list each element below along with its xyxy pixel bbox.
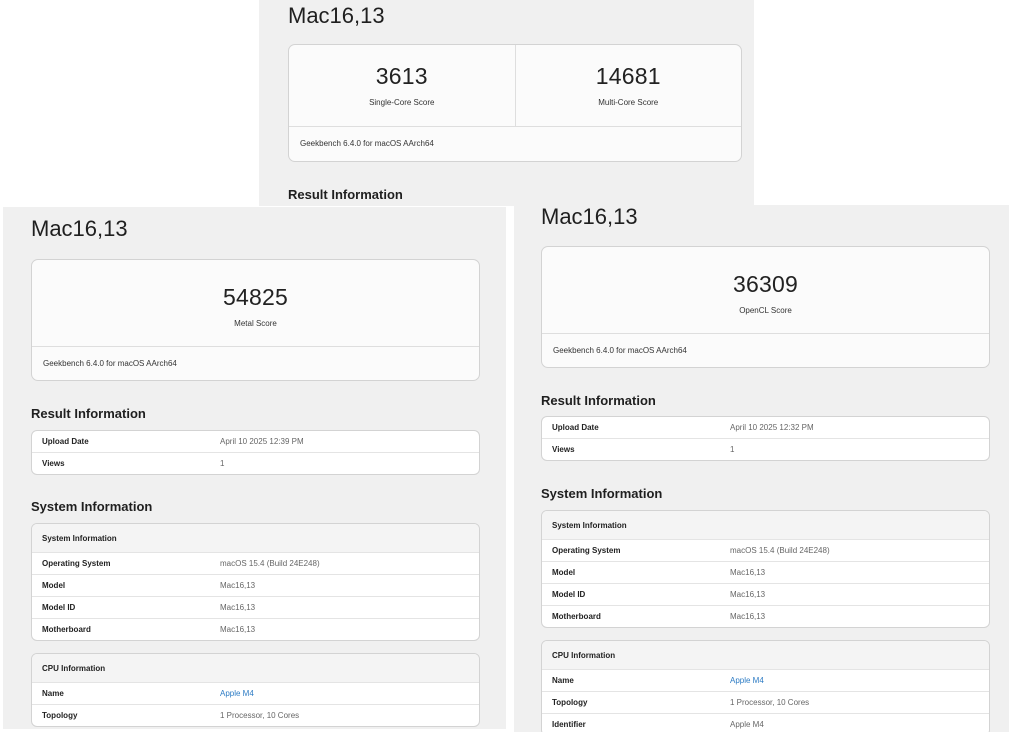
row-key: Topology <box>552 698 588 707</box>
row-value: 1 <box>220 459 225 468</box>
table-row: Upload Date April 10 2025 12:39 PM <box>32 431 479 452</box>
single-core-score: 3613 Single-Core Score <box>289 45 515 126</box>
multi-core-value: 14681 <box>595 63 661 89</box>
table-header: CPU Information <box>542 641 989 669</box>
row-value: 1 <box>730 445 735 454</box>
multi-core-score: 14681 Multi-Core Score <box>514 45 742 126</box>
geekbench-version: Geekbench 6.4.0 for macOS AArch64 <box>300 139 434 148</box>
row-key: Upload Date <box>552 423 599 432</box>
geekbench-version: Geekbench 6.4.0 for macOS AArch64 <box>553 346 687 355</box>
row-value: April 10 2025 12:39 PM <box>220 437 304 446</box>
table-row: Upload Date April 10 2025 12:32 PM <box>542 417 989 438</box>
row-value: Mac16,13 <box>220 625 256 634</box>
table-header-label: System Information <box>42 533 117 543</box>
metal-score-value: 54825 <box>223 284 288 310</box>
row-key: Views <box>552 445 575 454</box>
table-header-label: CPU Information <box>552 650 616 660</box>
cpu-benchmark-panel: Mac16,13 3613 Single-Core Score 14681 Mu… <box>259 0 754 206</box>
table-row: Operating System macOS 15.4 (Build 24E24… <box>542 539 989 561</box>
row-key: Model ID <box>552 590 586 599</box>
table-row: Topology 1 Processor, 10 Cores <box>32 704 479 726</box>
single-core-value: 3613 <box>375 63 428 89</box>
cpu-name-link[interactable]: Apple M4 <box>220 689 254 698</box>
table-row: Views 1 <box>32 452 479 474</box>
row-value: Mac16,13 <box>730 612 766 621</box>
score-card: 3613 Single-Core Score 14681 Multi-Core … <box>288 44 742 162</box>
row-key: Model <box>42 581 66 590</box>
multi-core-label: Multi-Core Score <box>598 98 659 107</box>
score-card: 36309 OpenCL Score Geekbench 6.4.0 for m… <box>541 246 990 368</box>
row-value: Mac16,13 <box>730 590 766 599</box>
table-row: Name Apple M4 <box>32 682 479 704</box>
single-core-label: Single-Core Score <box>369 98 435 107</box>
cpu-information-table: CPU Information Name Apple M4 Topology 1… <box>541 640 990 732</box>
row-key: Motherboard <box>552 612 601 621</box>
row-key: Topology <box>42 711 78 720</box>
table-header: System Information <box>32 524 479 552</box>
opencl-score: 36309 OpenCL Score <box>542 247 989 333</box>
table-row: Identifier Apple M4 <box>542 713 989 732</box>
table-header: CPU Information <box>32 654 479 682</box>
table-row: Operating System macOS 15.4 (Build 24E24… <box>32 552 479 574</box>
table-row: Motherboard Mac16,13 <box>32 618 479 640</box>
row-key: Model <box>552 568 576 577</box>
row-value: macOS 15.4 (Build 24E248) <box>730 546 830 555</box>
metal-score: 54825 Metal Score <box>32 260 479 346</box>
row-key: Model ID <box>42 603 76 612</box>
device-title: Mac16,13 <box>31 216 128 241</box>
table-header: System Information <box>542 511 989 539</box>
table-header-label: System Information <box>552 520 627 530</box>
system-information-heading: System Information <box>31 499 153 514</box>
row-key: Operating System <box>552 546 621 555</box>
table-row: Topology 1 Processor, 10 Cores <box>542 691 989 713</box>
result-information-heading: Result Information <box>541 393 656 408</box>
table-header-label: CPU Information <box>42 663 106 673</box>
geekbench-version: Geekbench 6.4.0 for macOS AArch64 <box>43 359 177 368</box>
opencl-score-value: 36309 <box>733 271 798 297</box>
row-value: Apple M4 <box>730 720 764 729</box>
device-title: Mac16,13 <box>288 3 385 28</box>
row-value: April 10 2025 12:32 PM <box>730 423 814 432</box>
result-information-table: Upload Date April 10 2025 12:32 PM Views… <box>541 416 990 461</box>
row-value: Mac16,13 <box>730 568 766 577</box>
metal-benchmark-panel: Mac16,13 54825 Metal Score Geekbench 6.4… <box>3 207 506 729</box>
result-information-heading: Result Information <box>288 187 403 202</box>
system-information-table: System Information Operating System macO… <box>31 523 480 641</box>
row-key: Name <box>552 676 574 685</box>
table-row: Name Apple M4 <box>542 669 989 691</box>
result-information-heading: Result Information <box>31 406 146 421</box>
score-card: 54825 Metal Score Geekbench 6.4.0 for ma… <box>31 259 480 381</box>
metal-score-label: Metal Score <box>234 319 277 328</box>
row-key: Identifier <box>552 720 586 729</box>
row-key: Operating System <box>42 559 111 568</box>
row-key: Upload Date <box>42 437 89 446</box>
row-value: Mac16,13 <box>220 603 256 612</box>
table-row: Model Mac16,13 <box>542 561 989 583</box>
row-value: 1 Processor, 10 Cores <box>730 698 810 707</box>
row-key: Views <box>42 459 65 468</box>
table-row: Model ID Mac16,13 <box>32 596 479 618</box>
table-row: Model Mac16,13 <box>32 574 479 596</box>
row-key: Motherboard <box>42 625 91 634</box>
table-row: Motherboard Mac16,13 <box>542 605 989 627</box>
row-key: Name <box>42 689 64 698</box>
row-value: macOS 15.4 (Build 24E248) <box>220 559 320 568</box>
opencl-benchmark-panel: Mac16,13 36309 OpenCL Score Geekbench 6.… <box>514 205 1009 732</box>
system-information-table: System Information Operating System macO… <box>541 510 990 628</box>
row-value: Mac16,13 <box>220 581 256 590</box>
opencl-score-label: OpenCL Score <box>739 306 792 315</box>
cpu-name-link[interactable]: Apple M4 <box>730 676 764 685</box>
cpu-information-table: CPU Information Name Apple M4 Topology 1… <box>31 653 480 727</box>
result-information-table: Upload Date April 10 2025 12:39 PM Views… <box>31 430 480 475</box>
table-row: Model ID Mac16,13 <box>542 583 989 605</box>
row-value: 1 Processor, 10 Cores <box>220 711 300 720</box>
table-row: Views 1 <box>542 438 989 460</box>
system-information-heading: System Information <box>541 486 663 501</box>
device-title: Mac16,13 <box>541 205 638 229</box>
